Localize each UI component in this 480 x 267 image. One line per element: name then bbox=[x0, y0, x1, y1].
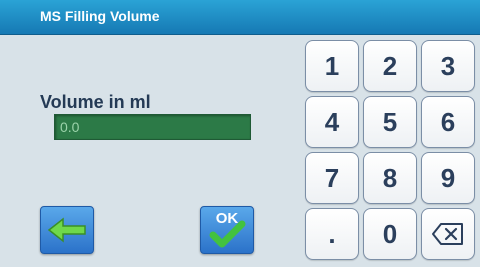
key-2[interactable]: 2 bbox=[363, 40, 417, 92]
key-1[interactable]: 1 bbox=[305, 40, 359, 92]
key-5[interactable]: 5 bbox=[363, 96, 417, 148]
volume-value: 0.0 bbox=[60, 119, 80, 135]
back-button[interactable] bbox=[40, 206, 94, 254]
key-8[interactable]: 8 bbox=[363, 152, 417, 204]
key-6[interactable]: 6 bbox=[421, 96, 475, 148]
title-bar: MS Filling Volume bbox=[0, 0, 480, 35]
window-title: MS Filling Volume bbox=[40, 8, 160, 24]
key-7[interactable]: 7 bbox=[305, 152, 359, 204]
key-0[interactable]: 0 bbox=[363, 208, 417, 260]
key-4[interactable]: 4 bbox=[305, 96, 359, 148]
checkmark-icon bbox=[209, 220, 246, 248]
key-9[interactable]: 9 bbox=[421, 152, 475, 204]
volume-label: Volume in ml bbox=[40, 92, 151, 112]
backspace-key[interactable] bbox=[421, 208, 475, 260]
key-decimal[interactable]: . bbox=[305, 208, 359, 260]
left-arrow-icon bbox=[47, 217, 86, 243]
volume-input[interactable]: 0.0 bbox=[54, 114, 251, 140]
numeric-keypad: 1 2 3 4 5 6 7 8 9 . 0 bbox=[305, 40, 477, 264]
key-3[interactable]: 3 bbox=[421, 40, 475, 92]
backspace-icon bbox=[432, 223, 463, 245]
ok-button[interactable]: OK bbox=[200, 206, 254, 254]
